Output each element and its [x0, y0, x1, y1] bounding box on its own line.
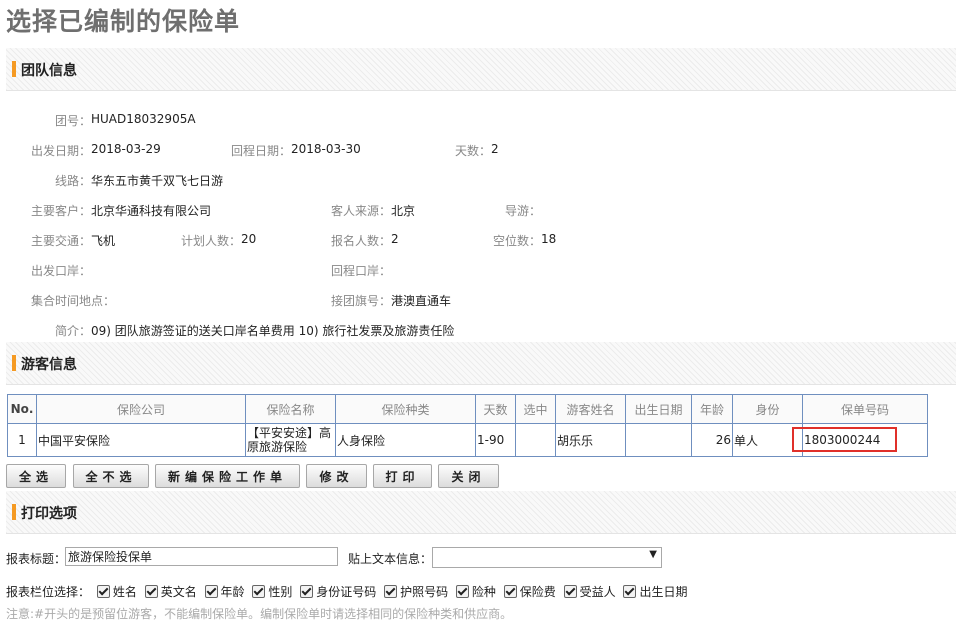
column-header-company[interactable]: 保险公司: [36, 394, 246, 424]
edit-button[interactable]: 修改: [306, 464, 367, 488]
checkbox-checked-icon[interactable]: [300, 585, 314, 598]
route-label: 线路：: [55, 174, 92, 188]
dropdown-arrow-icon: ▼: [649, 549, 657, 560]
section-header-team: 团队信息: [6, 48, 956, 91]
checkbox-checked-icon[interactable]: [384, 585, 398, 598]
column-option-gender[interactable]: 性别: [249, 585, 292, 599]
column-header-selected[interactable]: 选中: [515, 394, 556, 424]
days-value: 2: [491, 142, 499, 156]
signed-value: 2: [391, 232, 399, 246]
section-accent-bar: [12, 504, 16, 520]
signed-label: 报名人数：: [331, 234, 392, 248]
client-label: 主要客户：: [31, 204, 92, 218]
section-title-print: 打印选项: [21, 506, 77, 522]
column-header-birth-date[interactable]: 出生日期: [625, 394, 692, 424]
tour-no-label: 团号：: [55, 114, 92, 128]
section-title-guests: 游客信息: [21, 357, 77, 373]
cell-days: 1-90: [475, 423, 516, 457]
cell-insurance-type: 人身保险: [335, 423, 476, 457]
transport-label: 主要交通：: [31, 234, 92, 248]
section-header-guests: 游客信息: [6, 342, 956, 385]
vacancy-value: 18: [541, 232, 557, 246]
checkbox-checked-icon[interactable]: [503, 585, 517, 598]
return-date-value: 2018-03-30: [291, 142, 361, 156]
section-accent-bar: [12, 355, 16, 371]
column-option-id-number[interactable]: 身份证号码: [297, 585, 376, 599]
client-value: 北京华通科技有限公司: [91, 204, 212, 218]
attach-text-select[interactable]: ▼: [432, 547, 662, 568]
column-header-age[interactable]: 年龄: [691, 394, 733, 424]
cell-insurance-name: 【平安安途】高原旅游保险: [245, 423, 336, 457]
depart-date-value: 2018-03-29: [91, 142, 161, 156]
cell-no: 1: [7, 423, 37, 457]
column-option-passport[interactable]: 护照号码: [381, 585, 448, 599]
flag-label: 接团旗号：: [331, 294, 392, 308]
policy-number-highlight: [792, 427, 897, 452]
column-header-policy-no[interactable]: 保单号码: [802, 394, 928, 424]
source-value: 北京: [391, 204, 416, 218]
depart-port-label: 出发口岸：: [31, 264, 92, 278]
checkbox-checked-icon[interactable]: [623, 585, 637, 598]
cell-company: 中国平安保险: [36, 423, 246, 457]
checkbox-checked-icon[interactable]: [455, 585, 469, 598]
section-title-team: 团队信息: [21, 63, 77, 79]
cell-guest-name: 胡乐乐: [555, 423, 626, 457]
new-insurance-form-button[interactable]: 新编保险工作单: [155, 464, 300, 488]
section-accent-bar: [12, 61, 16, 77]
column-option-english-name[interactable]: 英文名: [142, 585, 197, 599]
print-button[interactable]: 打印: [373, 464, 432, 488]
transport-value: 飞机: [91, 234, 116, 248]
checkbox-checked-icon[interactable]: [252, 585, 266, 598]
summary-label: 简介：: [55, 324, 92, 338]
tour-no-value: HUAD18032905A: [91, 112, 196, 126]
column-header-no[interactable]: No.: [7, 394, 37, 424]
column-header-insurance-name[interactable]: 保险名称: [245, 394, 336, 424]
column-option-beneficiary[interactable]: 受益人: [561, 585, 616, 599]
column-option-age[interactable]: 年龄: [202, 585, 245, 599]
select-all-button[interactable]: 全选: [6, 464, 66, 488]
summary-value: 09) 团队旅游签证的送关口岸名单费用 10) 旅行社发票及旅游责任险: [91, 324, 455, 338]
column-header-identity[interactable]: 身份: [732, 394, 803, 424]
guide-label: 导游：: [505, 204, 542, 218]
checkbox-checked-icon[interactable]: [563, 585, 577, 598]
route-value: 华东五市黄千双飞七日游: [91, 174, 224, 188]
select-none-button[interactable]: 全不选: [73, 464, 149, 488]
checkbox-checked-icon[interactable]: [204, 585, 218, 598]
column-header-insurance-type[interactable]: 保险种类: [335, 394, 476, 424]
table-row[interactable]: 1 中国平安保险 【平安安途】高原旅游保险 人身保险 1-90 胡乐乐 26 单…: [7, 423, 928, 457]
column-option-name[interactable]: 姓名: [94, 585, 137, 599]
column-header-days[interactable]: 天数: [475, 394, 516, 424]
cell-selected[interactable]: [515, 423, 556, 457]
meet-label: 集合时间地点：: [31, 294, 116, 308]
column-option-birth-date[interactable]: 出生日期: [620, 585, 687, 599]
column-option-premium[interactable]: 保险费: [501, 585, 556, 599]
section-header-print: 打印选项: [6, 491, 956, 534]
close-button[interactable]: 关闭: [438, 464, 499, 488]
column-option-insurance-type[interactable]: 险种: [453, 585, 496, 599]
depart-date-label: 出发日期：: [31, 144, 92, 158]
note-text: 注意:#开头的是预留位游客，不能编制保险单。编制保险单时请选择相同的保险种类和供…: [6, 607, 513, 621]
report-title-input[interactable]: [65, 547, 338, 566]
planned-value: 20: [241, 232, 257, 246]
cell-birth-date: [625, 423, 692, 457]
page-title: 选择已编制的保险单: [6, 7, 241, 36]
guest-table: No. 保险公司 保险名称 保险种类 天数 选中 游客姓名 出生日期 年龄 身份…: [7, 394, 928, 457]
attach-text-label: 贴上文本信息：: [348, 552, 433, 566]
column-header-guest-name[interactable]: 游客姓名: [555, 394, 626, 424]
checkbox-checked-icon[interactable]: [144, 585, 158, 598]
report-columns-row: 报表栏位选择： 姓名 英文名 年龄 性别 身份证号码 护照号码 险种 保险费 受…: [6, 583, 688, 600]
report-columns-label: 报表栏位选择：: [6, 585, 91, 599]
source-label: 客人来源：: [331, 204, 392, 218]
planned-label: 计划人数：: [181, 234, 242, 248]
table-header-row: No. 保险公司 保险名称 保险种类 天数 选中 游客姓名 出生日期 年龄 身份…: [7, 394, 928, 424]
return-date-label: 回程日期：: [231, 144, 292, 158]
flag-value: 港澳直通车: [391, 294, 452, 308]
days-label: 天数：: [455, 144, 492, 158]
report-title-label: 报表标题：: [6, 552, 67, 566]
return-port-label: 回程口岸：: [331, 264, 392, 278]
cell-age: 26: [691, 423, 733, 457]
vacancy-label: 空位数：: [493, 234, 542, 248]
checkbox-checked-icon[interactable]: [96, 585, 110, 598]
